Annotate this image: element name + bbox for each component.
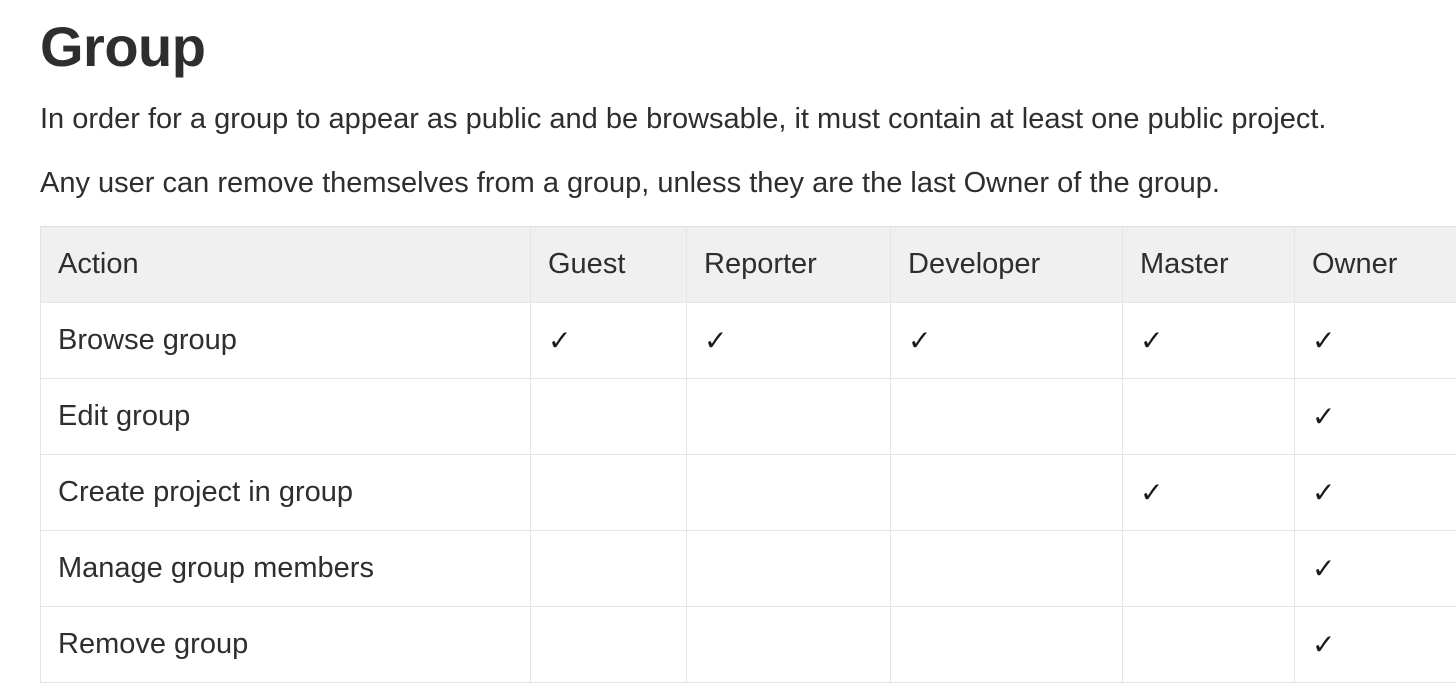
reporter-cell (686, 530, 891, 607)
master-cell (1122, 606, 1295, 683)
column-header-developer: Developer (890, 226, 1123, 303)
guest-cell (530, 378, 687, 455)
owner-check-icon: ✓ (1294, 530, 1456, 607)
permissions-table: Action Guest Reporter Developer Master O… (40, 226, 1456, 683)
owner-check-icon: ✓ (1294, 302, 1456, 379)
owner-check-icon: ✓ (1294, 454, 1456, 531)
page-title: Group (40, 15, 206, 78)
table-row: Manage group members ✓ (40, 530, 1456, 607)
developer-cell (890, 530, 1123, 607)
master-cell (1122, 530, 1295, 607)
guest-check-icon: ✓ (530, 302, 687, 379)
table-row: Edit group ✓ (40, 378, 1456, 455)
developer-cell (890, 454, 1123, 531)
guest-cell (530, 530, 687, 607)
guest-cell (530, 454, 687, 531)
remove-self-note: Any user can remove themselves from a gr… (40, 167, 1220, 199)
column-header-owner: Owner (1294, 226, 1456, 303)
column-header-reporter: Reporter (686, 226, 891, 303)
reporter-check-icon: ✓ (686, 302, 891, 379)
owner-check-icon: ✓ (1294, 378, 1456, 455)
action-cell: Create project in group (40, 454, 531, 531)
table-row: Create project in group ✓ ✓ (40, 454, 1456, 531)
developer-cell (890, 378, 1123, 455)
table-header-row: Action Guest Reporter Developer Master O… (40, 226, 1456, 303)
guest-cell (530, 606, 687, 683)
column-header-guest: Guest (530, 226, 687, 303)
reporter-cell (686, 606, 891, 683)
table-row: Remove group ✓ (40, 606, 1456, 683)
master-cell (1122, 378, 1295, 455)
reporter-cell (686, 454, 891, 531)
master-check-icon: ✓ (1122, 302, 1295, 379)
column-header-master: Master (1122, 226, 1295, 303)
owner-check-icon: ✓ (1294, 606, 1456, 683)
master-check-icon: ✓ (1122, 454, 1295, 531)
developer-cell (890, 606, 1123, 683)
action-cell: Browse group (40, 302, 531, 379)
public-group-note: In order for a group to appear as public… (40, 103, 1327, 135)
table-row: Browse group ✓ ✓ ✓ ✓ ✓ (40, 302, 1456, 379)
action-cell: Remove group (40, 606, 531, 683)
column-header-action: Action (40, 226, 531, 303)
reporter-cell (686, 378, 891, 455)
developer-check-icon: ✓ (890, 302, 1123, 379)
action-cell: Edit group (40, 378, 531, 455)
action-cell: Manage group members (40, 530, 531, 607)
